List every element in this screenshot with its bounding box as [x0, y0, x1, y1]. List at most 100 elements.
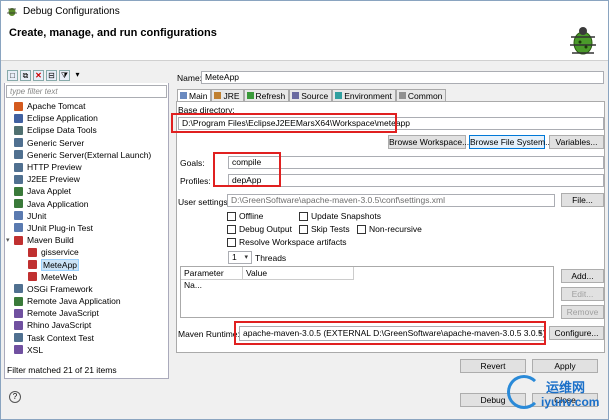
- tree-item[interactable]: MeteWeb: [6, 271, 151, 283]
- add-button[interactable]: Add...: [561, 269, 604, 283]
- configure-button[interactable]: Configure...: [549, 326, 604, 340]
- chevron-down-icon: ▾: [244, 254, 248, 261]
- skip-tests-checkbox[interactable]: Skip Tests: [299, 224, 350, 234]
- collapse-all-icon[interactable]: ⊟: [46, 69, 57, 81]
- highlight-goals-profiles: [213, 152, 281, 187]
- delete-icon[interactable]: ✕: [33, 69, 44, 81]
- config-type-icon: [14, 211, 23, 221]
- config-type-icon: [14, 150, 23, 160]
- maven-runtime-label: Maven Runtime:: [178, 329, 240, 339]
- tree-item-label: Eclipse Application: [27, 113, 98, 124]
- tree-item-label: XSL: [27, 344, 44, 355]
- environment-tab-icon: [335, 92, 343, 99]
- goals-label: Goals:: [180, 158, 205, 168]
- tree-item[interactable]: Apache Tomcat: [6, 100, 151, 112]
- debug-icon: [7, 8, 17, 16]
- update-snapshots-checkbox[interactable]: Update Snapshots: [299, 211, 381, 221]
- tab-main[interactable]: Main: [177, 89, 212, 101]
- config-type-icon: [14, 296, 23, 306]
- tree-item[interactable]: MeteApp: [6, 258, 151, 271]
- tree-item[interactable]: JUnit: [6, 210, 151, 222]
- browse-file-system-button[interactable]: Browse File System...: [469, 135, 552, 149]
- user-settings-input[interactable]: D:\GreenSoftware\apache-maven-3.0.5\conf…: [227, 194, 555, 207]
- tab-refresh[interactable]: Refresh: [243, 89, 290, 101]
- tree-item-label: Java Application: [27, 198, 89, 209]
- tab-jre[interactable]: JRE: [211, 89, 244, 101]
- tree-item-label: Apache Tomcat: [27, 101, 86, 112]
- name-label: Name:: [177, 73, 203, 83]
- tree-item[interactable]: Java Application: [6, 198, 151, 210]
- tree-item[interactable]: Eclipse Application: [6, 112, 151, 124]
- tree-item[interactable]: Remote JavaScript: [6, 307, 151, 319]
- tree-item[interactable]: Java Applet: [6, 185, 151, 197]
- tree-item-label: HTTP Preview: [27, 162, 82, 173]
- tab-common[interactable]: Common: [395, 89, 447, 101]
- bug-icon: [570, 27, 596, 55]
- dialog-header-text: Create, manage, and run configurations: [9, 27, 217, 39]
- title-bar: Debug Configurations: [1, 1, 608, 21]
- tree-item[interactable]: HTTP Preview: [6, 161, 151, 173]
- value-header[interactable]: Value: [243, 267, 354, 280]
- tree-item-label: Generic Server(External Launch): [27, 149, 152, 160]
- config-type-icon: [14, 186, 23, 196]
- config-type-icon: [14, 101, 23, 111]
- tree-item[interactable]: XSL: [6, 344, 151, 356]
- resolve-workspace-checkbox[interactable]: Resolve Workspace artifacts: [227, 237, 347, 247]
- remove-button[interactable]: Remove: [561, 305, 604, 319]
- tree-item[interactable]: Eclipse Data Tools: [6, 124, 151, 136]
- help-icon[interactable]: ?: [9, 391, 21, 403]
- tree-item[interactable]: Generic Server: [6, 137, 151, 149]
- refresh-tab-icon: [246, 92, 254, 99]
- highlight-base-dir: [171, 113, 397, 133]
- view-menu-icon[interactable]: ▾: [72, 70, 83, 81]
- tree-item-label: Java Applet: [27, 186, 71, 197]
- variables-button[interactable]: Variables...: [549, 135, 604, 149]
- tree-item-label: Maven Build: [27, 235, 74, 246]
- common-tab-icon: [398, 92, 406, 99]
- tree-item[interactable]: ▾ Maven Build: [6, 234, 151, 246]
- tree-item[interactable]: Task Context Test: [6, 332, 151, 344]
- browse-workspace-button[interactable]: Browse Workspace...: [388, 135, 469, 149]
- name-input[interactable]: MeteApp: [201, 71, 604, 84]
- new-config-icon[interactable]: □: [7, 69, 18, 81]
- tree-item[interactable]: JUnit Plug-in Test: [6, 222, 151, 234]
- window-title: Debug Configurations: [23, 5, 120, 17]
- debug-configurations-window: Debug Configurations Create, manage, and…: [0, 0, 609, 420]
- goals-input[interactable]: compile: [228, 156, 604, 169]
- dialog-header: Create, manage, and run configurations: [1, 21, 608, 61]
- profiles-input[interactable]: depApp: [228, 174, 604, 187]
- watermark-cn: 运维网: [546, 380, 586, 395]
- offline-checkbox[interactable]: Offline: [227, 211, 263, 221]
- file-button[interactable]: File...: [561, 193, 604, 207]
- profiles-label: Profiles:: [180, 176, 211, 186]
- tree-item[interactable]: J2EE Preview: [6, 173, 151, 185]
- tree-item[interactable]: gisservice: [6, 246, 151, 258]
- filter-icon[interactable]: ⧩: [59, 69, 70, 81]
- jre-tab-icon: [214, 92, 222, 99]
- tree-item[interactable]: Remote Java Application: [6, 295, 151, 307]
- tree-item[interactable]: OSGi Framework: [6, 283, 151, 295]
- tree-item-label: Remote Java Application: [27, 296, 121, 307]
- source-tab-icon: [292, 92, 300, 99]
- parameters-table[interactable]: Parameter Na... Value: [180, 266, 554, 318]
- config-type-icon: [14, 199, 23, 209]
- tab-environment[interactable]: Environment: [332, 89, 396, 101]
- config-type-icon: [14, 125, 23, 135]
- threads-select[interactable]: 1 ▾: [228, 251, 252, 264]
- debug-output-checkbox[interactable]: Debug Output: [227, 224, 292, 234]
- duplicate-icon[interactable]: ⧉: [20, 69, 31, 81]
- tree-item-label: J2EE Preview: [27, 174, 80, 185]
- edit-button[interactable]: Edit...: [561, 287, 604, 301]
- tree-item-label: JUnit: [27, 210, 47, 221]
- tree-item[interactable]: Generic Server(External Launch): [6, 149, 151, 161]
- non-recursive-checkbox[interactable]: Non-recursive: [357, 224, 422, 234]
- config-type-icon: [14, 235, 23, 245]
- tree-item-label: Remote JavaScript: [27, 308, 99, 319]
- tree-item[interactable]: Rhino JavaScript: [6, 319, 151, 331]
- expand-arrow-icon[interactable]: ▾: [6, 236, 14, 244]
- tab-source[interactable]: Source: [289, 89, 333, 101]
- config-type-icon: [14, 333, 23, 343]
- param-name-header[interactable]: Parameter Na...: [181, 267, 243, 290]
- tree-item-label: Eclipse Data Tools: [27, 125, 97, 136]
- filter-input[interactable]: type filter text: [6, 85, 167, 98]
